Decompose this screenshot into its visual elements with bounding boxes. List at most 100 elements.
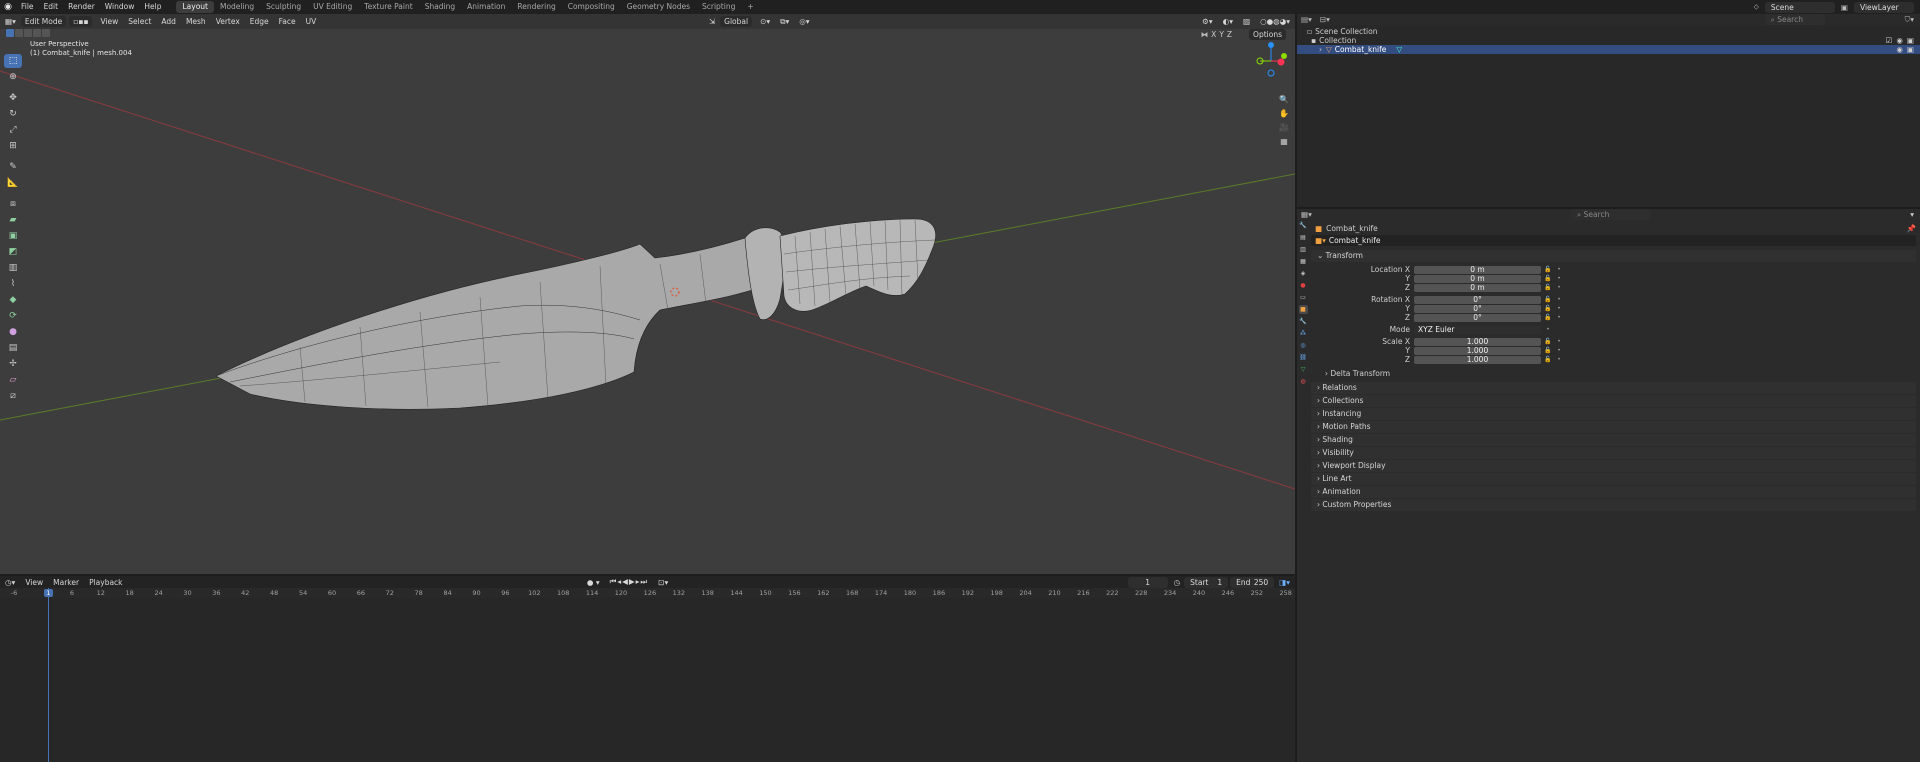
shear-icon[interactable]: ▱ bbox=[4, 373, 22, 387]
lock-icon[interactable]: 🔓 bbox=[1544, 284, 1552, 291]
keyframe-dot-icon[interactable]: • bbox=[1555, 356, 1563, 363]
timeline-editor-icon[interactable]: ◷▾ bbox=[0, 578, 20, 587]
outliner-row-combat-knife[interactable]: › ▽ Combat_knife ▽ ◉ ▣ bbox=[1297, 45, 1920, 54]
inset-icon[interactable]: ▣ bbox=[4, 229, 22, 243]
hand-pan-icon[interactable]: ✋ bbox=[1278, 108, 1290, 120]
add-workspace-button[interactable]: + bbox=[741, 1, 759, 13]
tab-geometry-nodes[interactable]: Geometry Nodes bbox=[621, 1, 696, 13]
constraints-tab-icon[interactable]: ⛓ bbox=[1299, 353, 1308, 362]
lock-icon[interactable]: 🔓 bbox=[1544, 266, 1552, 273]
edge-menu[interactable]: Edge bbox=[245, 17, 274, 26]
view-layer-field[interactable]: ViewLayer bbox=[1854, 1, 1914, 13]
shrink-fatten-icon[interactable]: ✢ bbox=[4, 357, 22, 371]
select-subtract-icon[interactable] bbox=[24, 29, 32, 37]
location-z-field[interactable]: 0 m bbox=[1414, 283, 1541, 292]
playback-controls[interactable]: ⏮◂◀▶▸⏭ bbox=[605, 577, 654, 587]
world-tab-icon[interactable]: ● bbox=[1299, 281, 1308, 290]
grid-view-icon[interactable]: ▦ bbox=[1278, 136, 1290, 148]
tab-compositing[interactable]: Compositing bbox=[562, 1, 621, 13]
eye-icon[interactable]: ◉ bbox=[1896, 45, 1903, 54]
timeline-view-menu[interactable]: View bbox=[20, 578, 48, 587]
scale-x-field[interactable]: 1.000 bbox=[1414, 337, 1541, 346]
select-box-icon[interactable]: ⬚ bbox=[4, 54, 22, 68]
overlay-toggle-icon[interactable]: ◐▾ bbox=[1218, 17, 1238, 26]
mode-dropdown[interactable]: Edit Mode bbox=[20, 16, 67, 27]
camera-icon[interactable]: ▣ bbox=[1907, 36, 1914, 45]
menu-window[interactable]: Window bbox=[100, 0, 140, 14]
physics-tab-icon[interactable]: ◎ bbox=[1299, 341, 1308, 350]
pivot-icon[interactable]: ⊙▾ bbox=[755, 17, 775, 26]
proportional-edit-icon[interactable]: ◎▾ bbox=[794, 17, 814, 26]
transform-icon[interactable]: ⊞ bbox=[4, 139, 22, 153]
timeline-marker-menu[interactable]: Marker bbox=[48, 578, 84, 587]
eye-icon[interactable]: ◉ bbox=[1896, 36, 1903, 45]
camera-view-icon[interactable]: 🎥 bbox=[1278, 122, 1290, 134]
loop-cut-icon[interactable]: ▥ bbox=[4, 261, 22, 275]
face-menu[interactable]: Face bbox=[274, 17, 301, 26]
lock-icon[interactable]: 🔓 bbox=[1544, 314, 1552, 321]
record-icon[interactable]: ● ▾ bbox=[582, 578, 605, 587]
smooth-icon[interactable]: ● bbox=[4, 325, 22, 339]
scale-z-field[interactable]: 1.000 bbox=[1414, 355, 1541, 364]
shading-modes-icon[interactable]: ○●◍◕▾ bbox=[1255, 17, 1295, 26]
view-menu[interactable]: View bbox=[95, 17, 123, 26]
display-mode-icon[interactable]: ⊟▾ bbox=[1320, 15, 1330, 24]
uv-menu[interactable]: UV bbox=[301, 17, 322, 26]
keyframe-dot-icon[interactable]: • bbox=[1555, 266, 1563, 273]
scene-tab-icon[interactable]: ◈ bbox=[1299, 269, 1308, 278]
lock-icon[interactable]: 🔓 bbox=[1544, 275, 1552, 282]
lock-icon[interactable]: 🔓 bbox=[1544, 347, 1552, 354]
annotate-icon[interactable]: ✎ bbox=[4, 160, 22, 174]
3d-viewport[interactable]: ▦▾ Edit Mode ▫▪▪ View Select Add Mesh Ve… bbox=[0, 14, 1295, 574]
select-mode-buttons[interactable]: ▫▪▪ bbox=[69, 16, 93, 27]
object-name-field[interactable]: Combat_knife bbox=[1329, 236, 1381, 245]
lock-icon[interactable]: 🔓 bbox=[1544, 296, 1552, 303]
menu-file[interactable]: File bbox=[16, 0, 39, 14]
panel-collections[interactable]: › Collections bbox=[1311, 395, 1916, 407]
tab-animation[interactable]: Animation bbox=[461, 1, 511, 13]
spin-icon[interactable]: ⟳ bbox=[4, 309, 22, 323]
view-layer-icon[interactable]: ▣ bbox=[1841, 3, 1848, 12]
keyframe-dot-icon[interactable]: • bbox=[1555, 284, 1563, 291]
options-dropdown[interactable]: Options bbox=[1249, 29, 1286, 40]
render-tab-icon[interactable]: ▤ bbox=[1299, 233, 1308, 242]
playhead-frame-label[interactable]: 1 bbox=[44, 589, 53, 597]
collection-tab-icon[interactable]: ▭ bbox=[1299, 293, 1308, 302]
bevel-icon[interactable]: ◩ bbox=[4, 245, 22, 259]
tab-shading[interactable]: Shading bbox=[419, 1, 461, 13]
keyframe-dot-icon[interactable]: • bbox=[1555, 347, 1563, 354]
add-menu[interactable]: Add bbox=[156, 17, 181, 26]
tab-rendering[interactable]: Rendering bbox=[511, 1, 561, 13]
menu-help[interactable]: Help bbox=[139, 0, 166, 14]
select-extend-icon[interactable] bbox=[15, 29, 23, 37]
gizmo-toggle-icon[interactable]: ⚙▾ bbox=[1197, 17, 1218, 26]
snap-icon[interactable]: ⧉▾ bbox=[775, 17, 794, 27]
timeline-playback-menu[interactable]: Playback bbox=[84, 578, 127, 587]
viewport-scene[interactable] bbox=[0, 14, 1295, 574]
measure-icon[interactable]: 📐 bbox=[4, 176, 22, 190]
editor-type-icon[interactable]: ▦▾ bbox=[0, 17, 21, 26]
rip-icon[interactable]: ⧄ bbox=[4, 389, 22, 403]
panel-line-art[interactable]: › Line Art bbox=[1311, 473, 1916, 485]
keyframe-dot-icon[interactable]: • bbox=[1555, 305, 1563, 312]
panel-visibility[interactable]: › Visibility bbox=[1311, 447, 1916, 459]
keyframe-dot-icon[interactable]: • bbox=[1555, 314, 1563, 321]
material-tab-icon[interactable]: ◍ bbox=[1299, 377, 1308, 386]
end-frame-field[interactable]: End 250 bbox=[1230, 576, 1275, 588]
tab-texture-paint[interactable]: Texture Paint bbox=[358, 1, 418, 13]
tab-sculpting[interactable]: Sculpting bbox=[260, 1, 307, 13]
timeline-overlay-icon[interactable]: ◨▾ bbox=[1274, 578, 1295, 587]
keyframe-dot-icon[interactable]: • bbox=[1555, 275, 1563, 282]
knife-icon[interactable]: ⌇ bbox=[4, 277, 22, 291]
select-new-icon[interactable] bbox=[6, 29, 14, 37]
keyframe-dot-icon[interactable]: • bbox=[1544, 326, 1552, 333]
tab-modeling[interactable]: Modeling bbox=[214, 1, 260, 13]
scale-y-field[interactable]: 1.000 bbox=[1414, 346, 1541, 355]
modifier-tab-icon[interactable]: 🔧 bbox=[1299, 317, 1308, 326]
keyframe-dot-icon[interactable]: • bbox=[1555, 296, 1563, 303]
mesh-data-icon[interactable]: ▽ bbox=[1396, 45, 1402, 54]
poly-build-icon[interactable]: ◆ bbox=[4, 293, 22, 307]
keyframe-dot-icon[interactable]: • bbox=[1555, 338, 1563, 345]
timeline-track-area[interactable] bbox=[0, 598, 1295, 762]
panel-relations[interactable]: › Relations bbox=[1311, 382, 1916, 394]
